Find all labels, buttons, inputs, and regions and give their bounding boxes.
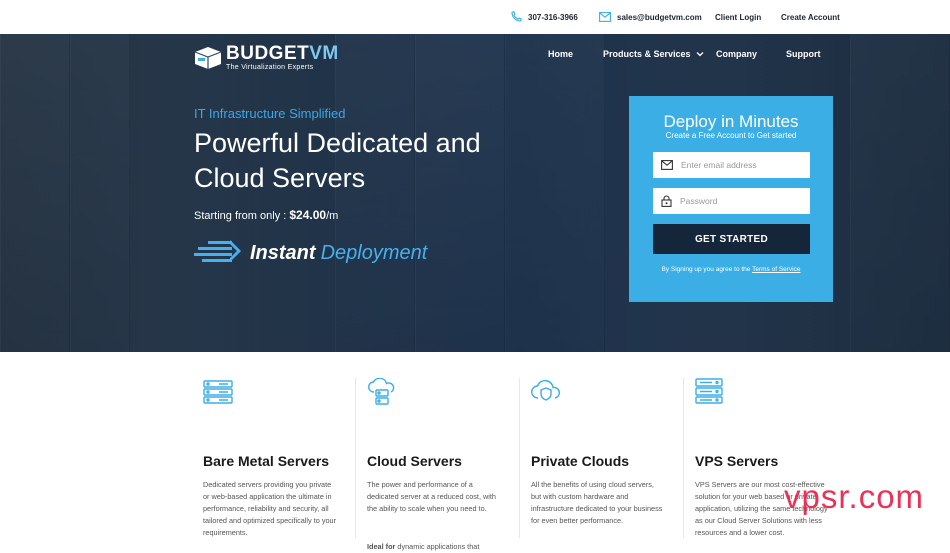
top-bar: 307-316-3966 sales@budgetvm.com Client L… bbox=[0, 0, 950, 34]
nav-products-label: Products & Services bbox=[603, 49, 691, 59]
hero-price: Starting from only : $24.00/m bbox=[194, 208, 338, 222]
get-started-button[interactable]: GET STARTED bbox=[653, 224, 810, 254]
hero-headline: Powerful Dedicated and Cloud Servers bbox=[194, 128, 481, 193]
create-account-link[interactable]: Create Account bbox=[781, 0, 840, 34]
feature-title: Cloud Servers bbox=[367, 453, 462, 469]
mail-icon bbox=[599, 12, 611, 22]
cloud-server-icon bbox=[368, 378, 395, 405]
deployment-word: Deployment bbox=[320, 241, 428, 264]
logo-vm: VM bbox=[309, 43, 339, 64]
email-contact[interactable]: sales@budgetvm.com bbox=[599, 0, 702, 34]
feature-cloud-servers[interactable]: Cloud Servers The power and performance … bbox=[355, 378, 531, 551]
logo[interactable]: BUDGETVM The Virtualization Experts bbox=[194, 44, 339, 71]
nav-company[interactable]: Company bbox=[716, 34, 757, 74]
feature-text: All the benefits of using cloud servers,… bbox=[531, 480, 663, 525]
vps-stack-icon bbox=[695, 378, 723, 404]
feature-title: Bare Metal Servers bbox=[203, 453, 330, 469]
phone-icon bbox=[511, 11, 522, 22]
feature-divider bbox=[683, 378, 684, 538]
instant-deployment-badge: Instant Deployment bbox=[194, 240, 427, 266]
logo-tagline: The Virtualization Experts bbox=[226, 64, 314, 71]
feature-divider bbox=[519, 378, 520, 538]
signup-title: Deploy in Minutes bbox=[663, 112, 799, 131]
terms-prefix: By Signing up you agree to the bbox=[661, 266, 753, 273]
cloud-shield-icon bbox=[531, 379, 561, 401]
speed-arrows-icon bbox=[194, 240, 241, 262]
logo-box-icon bbox=[194, 46, 222, 69]
nav-home[interactable]: Home bbox=[548, 34, 573, 74]
email-input[interactable] bbox=[681, 160, 801, 170]
feature-text: Dedicated servers providing you private … bbox=[203, 480, 337, 537]
feature-extra-text: Ideal for dynamic applications that bbox=[367, 541, 502, 553]
terms-of-service-link[interactable]: Terms of Service bbox=[752, 266, 800, 273]
client-login-link[interactable]: Client Login bbox=[715, 0, 761, 34]
feature-title: Private Clouds bbox=[531, 453, 630, 469]
feature-extra-bold: Ideal for bbox=[367, 542, 396, 551]
feature-private-clouds[interactable]: Private Clouds All the benefits of using… bbox=[519, 378, 695, 538]
price-suffix: /m bbox=[326, 210, 339, 222]
feature-text: The power and performance of a dedicated… bbox=[367, 480, 496, 513]
feature-extra-rest: dynamic applications that bbox=[395, 542, 480, 551]
password-input[interactable] bbox=[680, 196, 800, 206]
feature-bare-metal[interactable]: Bare Metal Servers Dedicated servers pro… bbox=[203, 378, 367, 538]
nav-products[interactable]: Products & Services bbox=[603, 34, 704, 74]
lock-icon bbox=[661, 195, 672, 207]
price-prefix: Starting from only : bbox=[194, 210, 290, 222]
phone-contact[interactable]: 307-316-3966 bbox=[510, 0, 578, 34]
email-address: sales@budgetvm.com bbox=[617, 12, 702, 22]
watermark: vpsr.com bbox=[784, 478, 925, 515]
envelope-icon bbox=[661, 160, 673, 170]
price-value: $24.00 bbox=[289, 208, 327, 222]
email-field-wrapper bbox=[653, 152, 810, 178]
signup-panel: Deploy in Minutes Create a Free Account … bbox=[629, 96, 833, 302]
chevron-down-icon bbox=[696, 52, 704, 57]
terms-notice: By Signing up you agree to the Terms of … bbox=[629, 266, 833, 273]
logo-text: BUDGETVM bbox=[226, 44, 339, 63]
instant-word: Instant bbox=[250, 241, 316, 264]
feature-divider bbox=[355, 378, 356, 538]
feature-title: VPS Servers bbox=[695, 453, 779, 469]
signup-subtitle: Create a Free Account to Get started bbox=[665, 131, 797, 140]
hero-eyebrow: IT Infrastructure Simplified bbox=[194, 106, 346, 121]
nav-support[interactable]: Support bbox=[786, 34, 821, 74]
phone-number: 307-316-3966 bbox=[528, 12, 578, 22]
logo-budget: BUDGET bbox=[226, 43, 310, 64]
password-field-wrapper bbox=[653, 188, 810, 214]
server-stack-icon bbox=[203, 380, 233, 404]
